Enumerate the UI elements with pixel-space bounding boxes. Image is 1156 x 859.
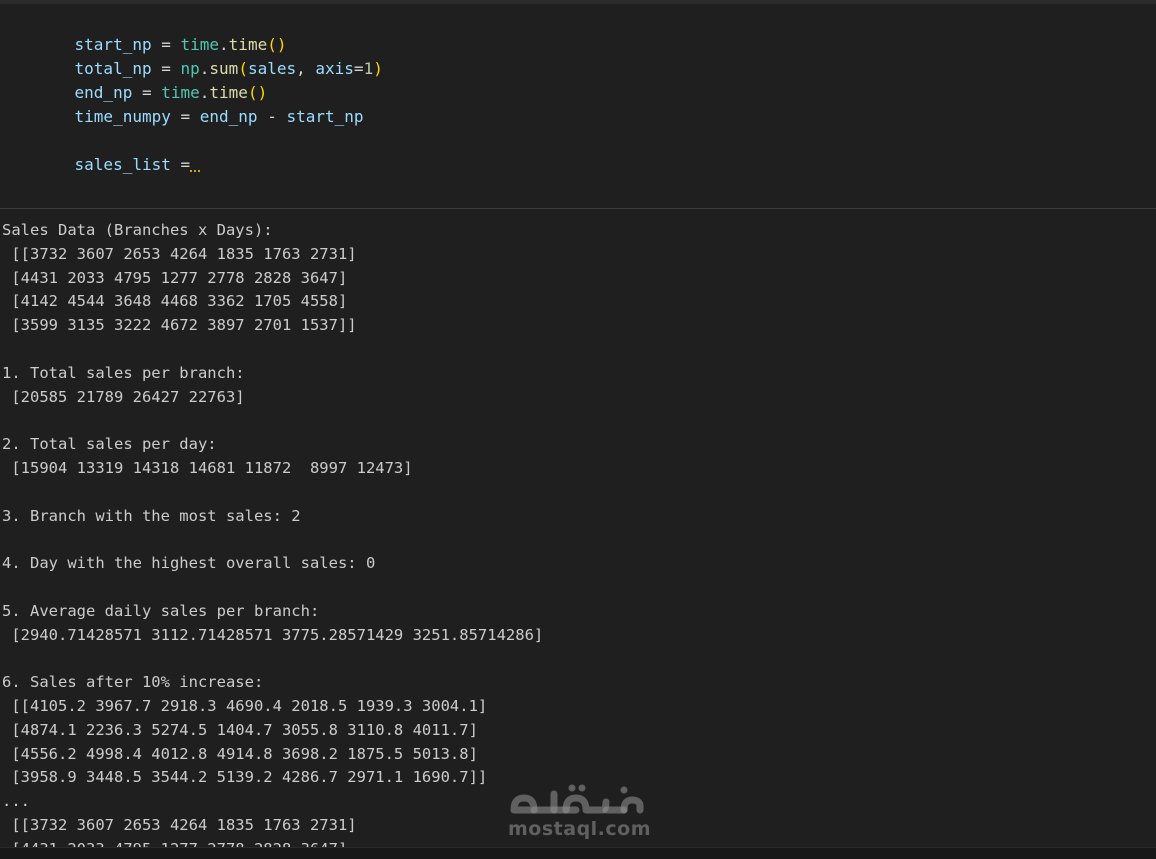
output-line: 2. Total sales per day:	[2, 435, 217, 454]
output-line: 1. Total sales per branch:	[2, 363, 245, 382]
code-token: 1	[363, 59, 374, 78]
output-line: Sales Data (Branches x Days):	[2, 221, 273, 239]
output-line: [[3732 3607 2653 4264 1835 1763 2731]	[2, 815, 357, 834]
output-line: 3. Branch with the most sales: 2	[2, 506, 301, 525]
output-divider	[0, 208, 1156, 209]
output-line: [4874.1 2236.3 5274.5 1404.7 3055.8 3110…	[2, 720, 478, 739]
code-token: axis	[315, 59, 354, 78]
code-editor[interactable]: start_np = time.time() total_np = np.sum…	[0, 4, 1156, 208]
output-line: ...	[2, 792, 30, 811]
output-line: 5. Average daily sales per branch:	[2, 601, 320, 620]
horizontal-scrollbar[interactable]	[0, 847, 1156, 859]
code-line[interactable]: sales_list =	[36, 129, 201, 174]
code-token: sales_list	[74, 155, 171, 174]
output-line: [4431 2033 4795 1277 2778 2828 3647]	[2, 268, 348, 287]
code-line[interactable]: total_np = np.sum(sales, axis=1)	[36, 33, 383, 78]
code-line[interactable]: time_numpy = end_np - start_np	[36, 81, 364, 126]
code-token: )	[373, 59, 383, 78]
output-line: [[3732 3607 2653 4264 1835 1763 2731]	[2, 244, 357, 263]
output-line: [20585 21789 26427 22763]	[2, 387, 245, 406]
output-line: [3599 3135 3222 4672 3897 2701 1537]]	[2, 316, 357, 335]
output-line: [4431 2033 4795 1277 2778 2828 3647]	[2, 838, 1152, 847]
code-token: ,	[296, 59, 316, 78]
output-line: [4142 4544 3648 4468 3362 1705 4558]	[2, 292, 348, 311]
output-line: [4556.2 4998.4 4012.8 4914.8 3698.2 1875…	[2, 744, 478, 763]
code-token: =	[170, 155, 191, 174]
output-panel[interactable]: Sales Data (Branches x Days): [[3732 360…	[2, 219, 1152, 847]
output-line: [2940.71428571 3112.71428571 3775.285714…	[2, 625, 544, 644]
code-line[interactable]: end_np = time.time()	[36, 57, 268, 102]
code-token: end_np	[199, 107, 258, 126]
code-token: =	[353, 59, 364, 78]
output-line: [[4105.2 3967.7 2918.3 4690.4 2018.5 193…	[2, 696, 488, 715]
code-token: =	[170, 107, 200, 126]
warning-squiggle-icon	[190, 160, 201, 172]
output-line: 6. Sales after 10% increase:	[2, 673, 264, 692]
code-token: -	[257, 107, 287, 126]
code-token: time_numpy	[74, 107, 171, 126]
code-line[interactable]: start_np = time.time()	[36, 9, 287, 54]
output-line: [15904 13319 14318 14681 11872 8997 1247…	[2, 458, 413, 477]
code-token: start_np	[286, 107, 364, 126]
output-line: 4. Day with the highest overall sales: 0	[2, 554, 376, 573]
output-line: [3958.9 3448.5 3544.2 5139.2 4286.7 2971…	[2, 768, 488, 787]
